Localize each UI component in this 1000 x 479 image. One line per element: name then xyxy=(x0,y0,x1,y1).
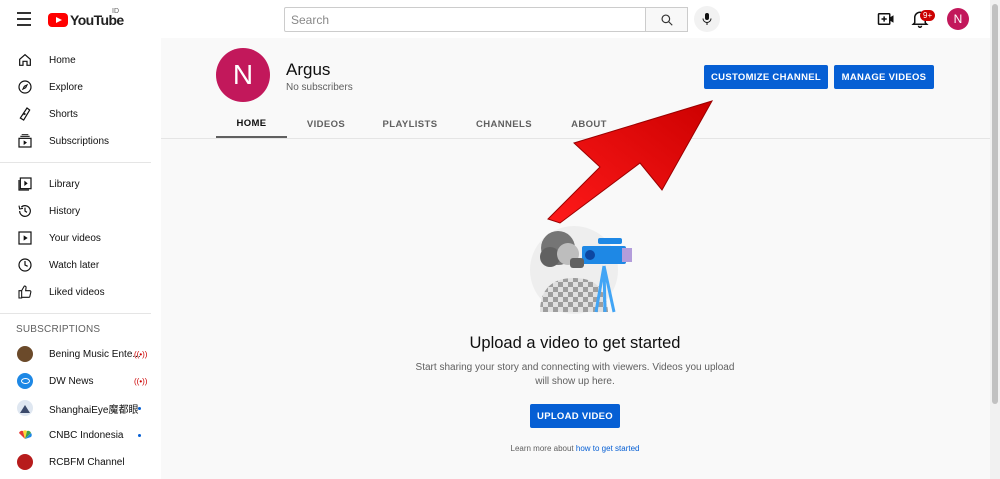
sidebar-item-label: Liked videos xyxy=(49,286,105,298)
subscription-label: ShanghaiEye魔都眼 xyxy=(49,404,139,416)
sidebar-item-label: Subscriptions xyxy=(49,135,110,147)
subscription-item[interactable]: ShanghaiEye魔都眼 xyxy=(0,395,161,421)
subscription-label: RCBFM Channel xyxy=(49,456,125,468)
channel-avatar-large[interactable]: N xyxy=(216,48,270,102)
subscription-label: CNBC Indonesia xyxy=(49,429,124,441)
clock-icon xyxy=(18,258,32,272)
microphone-icon xyxy=(702,13,712,25)
subscription-item[interactable]: DW News ((•)) xyxy=(0,368,161,394)
library-icon xyxy=(18,177,32,191)
sidebar-item-library[interactable]: Library xyxy=(0,171,161,197)
sidebar-divider xyxy=(0,162,151,163)
subscription-label: Bening Music Ente... xyxy=(49,348,141,360)
tab-channels[interactable]: CHANNELS xyxy=(466,110,542,138)
manage-videos-button[interactable]: MANAGE VIDEOS xyxy=(834,65,934,89)
sidebar-item-liked-videos[interactable]: Liked videos xyxy=(0,279,161,305)
tab-about[interactable]: ABOUT xyxy=(560,110,618,138)
sidebar-item-shorts[interactable]: Shorts xyxy=(0,101,161,127)
channel-avatar xyxy=(17,346,33,362)
sidebar-item-label: Watch later xyxy=(49,259,100,271)
sidebar-item-label: Explore xyxy=(49,81,83,93)
sidebar-item-history[interactable]: History xyxy=(0,198,161,224)
region-code: ID xyxy=(112,8,119,15)
sidebar-item-your-videos[interactable]: Your videos xyxy=(0,225,161,251)
hamburger-menu-icon[interactable] xyxy=(14,9,34,29)
new-content-dot xyxy=(138,407,141,410)
sidebar-item-label: Your videos xyxy=(49,232,101,244)
sidebar: Home Explore Shorts Subscriptions Librar… xyxy=(0,38,161,479)
account-avatar[interactable]: N xyxy=(947,8,969,30)
peacock-logo-icon xyxy=(19,430,32,439)
new-content-dot xyxy=(138,434,141,437)
search-input[interactable] xyxy=(284,7,646,32)
subscription-item[interactable]: RCBFM Channel xyxy=(0,449,161,475)
learn-more-text: Learn more about how to get started xyxy=(460,444,690,453)
upload-video-button[interactable]: UPLOAD VIDEO xyxy=(530,404,620,428)
sidebar-item-label: History xyxy=(49,205,81,217)
channel-avatar xyxy=(17,427,33,443)
sidebar-item-explore[interactable]: Explore xyxy=(0,74,161,100)
how-to-get-started-link[interactable]: how to get started xyxy=(576,444,640,453)
upload-illustration xyxy=(530,226,632,314)
live-indicator-icon: ((•)) xyxy=(134,349,148,359)
page-scrollbar[interactable] xyxy=(990,0,1000,479)
channel-avatar xyxy=(17,400,33,416)
empty-state-title: Upload a video to get started xyxy=(469,334,681,352)
subscription-item[interactable]: CNBC Indonesia xyxy=(0,422,161,448)
notification-count-badge: 9+ xyxy=(920,10,936,21)
tab-playlists[interactable]: PLAYLISTS xyxy=(370,110,450,138)
history-icon xyxy=(18,205,31,217)
sidebar-item-watch-later[interactable]: Watch later xyxy=(0,252,161,278)
sidebar-item-label: Home xyxy=(49,54,76,66)
sidebar-item-label: Shorts xyxy=(49,108,78,120)
tab-videos[interactable]: VIDEOS xyxy=(296,110,356,138)
empty-state-description: Start sharing your story and connecting … xyxy=(415,362,735,387)
subscription-item[interactable]: Bening Music Ente... ((•)) xyxy=(0,341,161,367)
tab-home[interactable]: HOME xyxy=(216,110,287,138)
sidebar-item-subscriptions[interactable]: Subscriptions xyxy=(0,128,161,154)
subscriptions-icon xyxy=(18,134,32,148)
learn-more-prefix: Learn more about xyxy=(510,444,574,453)
home-icon xyxy=(19,53,31,66)
voice-search-button[interactable] xyxy=(694,6,720,32)
search-button[interactable] xyxy=(645,7,688,32)
subscriptions-heading: SUBSCRIPTIONS xyxy=(16,324,101,335)
customize-channel-button[interactable]: CUSTOMIZE CHANNEL xyxy=(704,65,828,89)
compass-icon xyxy=(18,80,32,94)
channel-avatar xyxy=(17,454,33,470)
play-square-icon xyxy=(18,231,32,245)
youtube-play-icon xyxy=(48,13,68,27)
thumb-up-icon xyxy=(18,285,32,299)
channel-name: Argus xyxy=(286,60,331,79)
create-video-icon[interactable] xyxy=(877,10,895,28)
sidebar-divider xyxy=(0,313,151,314)
youtube-logo[interactable]: YouTube ID xyxy=(48,8,124,30)
top-bar: YouTube ID 9+ N xyxy=(0,0,990,38)
live-indicator-icon: ((•)) xyxy=(134,376,148,386)
channel-avatar xyxy=(17,373,33,389)
sidebar-item-label: Library xyxy=(49,178,80,190)
scrollbar-thumb[interactable] xyxy=(992,4,998,404)
sidebar-item-home[interactable]: Home xyxy=(0,47,161,73)
subscription-label: DW News xyxy=(49,375,94,387)
search-icon xyxy=(660,13,673,26)
shorts-icon xyxy=(19,107,31,121)
subscriber-count: No subscribers xyxy=(286,82,353,93)
